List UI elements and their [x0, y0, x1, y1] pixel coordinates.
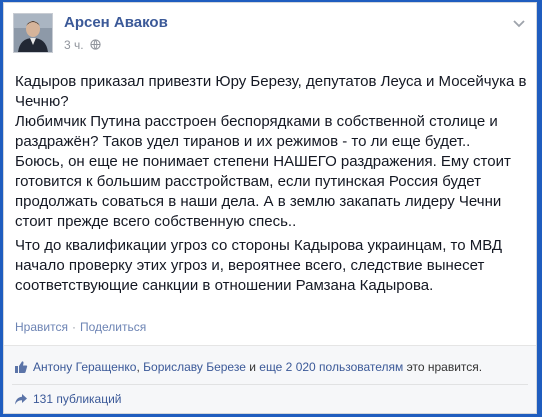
row-divider: [12, 384, 528, 385]
post-paragraph: Кадыров приказал привезти Юру Березу, де…: [15, 73, 527, 230]
post-paragraph: Что до квалификации угроз со стороны Кад…: [15, 237, 503, 294]
share-icon: [14, 393, 28, 409]
thumbs-up-icon: [14, 360, 28, 377]
like-name-2[interactable]: Бориславу Березе: [143, 360, 246, 374]
action-separator: ·: [71, 320, 76, 334]
post-meta: 3 ч.: [64, 38, 101, 53]
post-actions: Нравится · Поделиться: [15, 320, 146, 334]
avatar[interactable]: [13, 13, 53, 53]
likes-suffix: это нравится.: [406, 360, 483, 374]
shares-link[interactable]: 131 публикаций: [14, 392, 122, 409]
like-link[interactable]: Нравится: [15, 320, 68, 334]
post-body: Кадыров приказал привезти Юру Березу, де…: [15, 72, 530, 296]
likes-and: и: [249, 360, 256, 374]
post-time[interactable]: 3 ч.: [64, 38, 84, 52]
author-name[interactable]: Арсен Аваков: [64, 14, 168, 31]
like-name-1[interactable]: Антону Геращенко: [33, 360, 136, 374]
chevron-down-icon[interactable]: [513, 15, 525, 33]
share-link[interactable]: Поделиться: [80, 320, 146, 334]
likes-comma: ,: [136, 360, 140, 374]
likes-summary: Антону Геращенко, Бориславу Березе и еще…: [14, 360, 482, 377]
shares-count: 131 публикаций: [33, 392, 122, 406]
globe-icon: [89, 39, 101, 53]
feedback-area: Антону Геращенко, Бориславу Березе и еще…: [4, 345, 536, 413]
post-card: Арсен Аваков 3 ч. Кадыров приказал приве…: [3, 2, 537, 414]
likes-others-link[interactable]: еще 2 020 пользователям: [259, 360, 403, 374]
